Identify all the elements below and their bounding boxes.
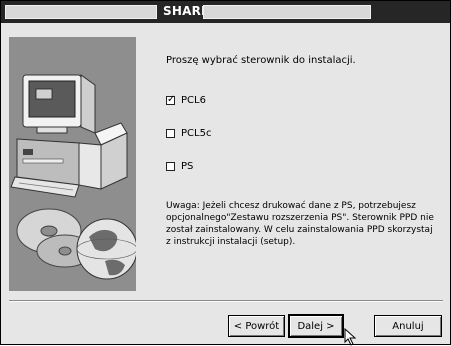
globe-icon bbox=[76, 218, 136, 280]
option-pcl6-label: PCL6 bbox=[181, 94, 206, 106]
option-pcl5c-label: PCL5c bbox=[181, 127, 212, 139]
note-line: został zainstalowany. W celu zainstalowa… bbox=[166, 225, 433, 235]
note-line: Uwaga: Jeżeli chcesz drukować dane z PS,… bbox=[166, 201, 416, 211]
setup-dialog: SHARP Proszę wybrać sterownik do instala… bbox=[0, 0, 451, 346]
title-bar: SHARP bbox=[1, 1, 450, 23]
monitor-icon bbox=[22, 74, 96, 134]
ps-checkbox[interactable] bbox=[166, 161, 175, 171]
pcl5c-checkbox[interactable] bbox=[166, 128, 175, 138]
title-bar-right-segment bbox=[203, 5, 371, 19]
cancel-button[interactable]: Anuluj bbox=[374, 315, 442, 337]
option-ps[interactable]: PS bbox=[166, 159, 193, 173]
option-pcl5c[interactable]: PCL5c bbox=[166, 126, 211, 140]
pcl6-checkbox[interactable]: ✓ bbox=[166, 93, 176, 105]
option-ps-label: PS bbox=[181, 160, 194, 172]
check-icon: ✓ bbox=[167, 93, 176, 105]
option-pcl6[interactable]: ✓ PCL6 bbox=[166, 93, 206, 107]
mouse-cursor-icon bbox=[344, 328, 357, 346]
keyboard-icon bbox=[10, 138, 80, 198]
software-box-icon bbox=[78, 122, 128, 190]
button-divider bbox=[9, 300, 443, 302]
ps-note-text: Uwaga: Jeżeli chcesz drukować dane z PS,… bbox=[166, 200, 444, 248]
note-line: z instrukcji instalacji (setup). bbox=[166, 237, 296, 247]
next-button[interactable]: Dalej > bbox=[288, 314, 344, 338]
driver-selection-prompt: Proszę wybrać sterownik do instalacji. bbox=[166, 55, 356, 66]
back-button[interactable]: < Powrót bbox=[228, 315, 285, 337]
title-bar-left-segment bbox=[5, 5, 157, 19]
note-line: opcjonalnego"Zestawu rozszerzenia PS". S… bbox=[166, 213, 434, 223]
computer-illustration bbox=[9, 37, 136, 291]
